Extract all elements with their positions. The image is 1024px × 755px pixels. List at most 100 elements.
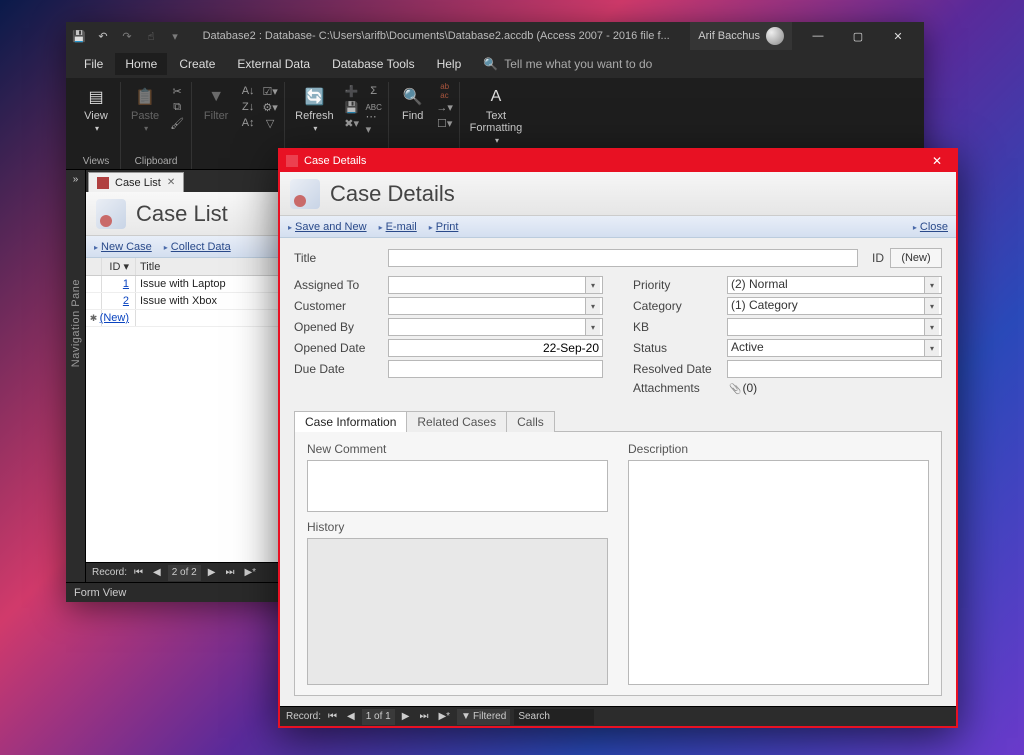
text-formatting-button[interactable]: A Text Formatting bbox=[466, 82, 527, 148]
status-combo[interactable]: Active bbox=[727, 339, 942, 357]
menu-home[interactable]: Home bbox=[115, 53, 167, 75]
filter-button[interactable]: ▼ Filter bbox=[198, 82, 234, 124]
tab-related-cases[interactable]: Related Cases bbox=[406, 411, 507, 432]
close-icon[interactable]: ✕ bbox=[924, 154, 950, 168]
new-record-nav-icon[interactable]: ▶* bbox=[435, 711, 453, 722]
totals-icon[interactable]: Σ bbox=[366, 84, 382, 98]
menu-file[interactable]: File bbox=[74, 53, 113, 75]
opened-by-combo[interactable] bbox=[388, 318, 603, 336]
copy-icon[interactable]: ⧉ bbox=[169, 100, 185, 114]
tab-case-information[interactable]: Case Information bbox=[294, 411, 407, 432]
kb-combo[interactable] bbox=[727, 318, 942, 336]
navigation-pane-collapsed[interactable]: » Navigation Pane bbox=[66, 170, 86, 582]
window-title: Database2 : Database- C:\Users\arifb\Doc… bbox=[182, 30, 690, 42]
toggle-filter-icon[interactable]: ▽ bbox=[262, 116, 278, 130]
qat-customize-icon[interactable]: ▾ bbox=[168, 29, 182, 43]
minimize-button[interactable]: — bbox=[798, 22, 838, 50]
find-button[interactable]: 🔍 Find bbox=[395, 82, 431, 124]
save-and-new-link[interactable]: Save and New bbox=[288, 221, 367, 233]
selection-icon[interactable]: ☑▾ bbox=[262, 84, 278, 98]
menu-database-tools[interactable]: Database Tools bbox=[322, 53, 425, 75]
maximize-button[interactable]: ▢ bbox=[838, 22, 878, 50]
view-button[interactable]: ▤ View bbox=[78, 82, 114, 136]
tab-calls[interactable]: Calls bbox=[506, 411, 555, 432]
format-painter-icon[interactable]: 🖌 bbox=[169, 116, 185, 130]
next-record-icon[interactable]: ▶ bbox=[205, 567, 219, 578]
new-record-icon[interactable]: ➕ bbox=[344, 84, 360, 98]
new-case-link[interactable]: New Case bbox=[94, 241, 152, 253]
form-title: Case List bbox=[136, 201, 228, 227]
save-record-icon[interactable]: 💾 bbox=[344, 100, 360, 114]
menu-create[interactable]: Create bbox=[169, 53, 225, 75]
remove-sort-icon[interactable]: A↕ bbox=[240, 116, 256, 130]
more-icon[interactable]: ⋯▾ bbox=[366, 116, 382, 130]
tab-case-list[interactable]: Case List ✕ bbox=[88, 172, 184, 192]
close-button[interactable]: ✕ bbox=[878, 22, 918, 50]
undo-icon[interactable]: ↶ bbox=[96, 29, 110, 43]
dialog-titlebar[interactable]: Case Details ✕ bbox=[280, 150, 956, 172]
tab-body: New Comment History Description bbox=[294, 432, 942, 696]
menu-external-data[interactable]: External Data bbox=[227, 53, 320, 75]
email-link[interactable]: E-mail bbox=[379, 221, 417, 233]
paste-button[interactable]: 📋 Paste bbox=[127, 82, 163, 136]
expand-navpane-icon[interactable]: » bbox=[73, 170, 79, 189]
sort-desc-icon[interactable]: Z↓ bbox=[240, 100, 256, 114]
row-id[interactable]: 2 bbox=[102, 293, 136, 309]
touch-mode-icon[interactable]: ☝︎ bbox=[144, 29, 158, 43]
sort-asc-icon[interactable]: A↓ bbox=[240, 84, 256, 98]
description-input[interactable] bbox=[628, 460, 929, 685]
cut-icon[interactable]: ✂ bbox=[169, 84, 185, 98]
select-column[interactable] bbox=[86, 258, 102, 275]
next-record-icon[interactable]: ▶ bbox=[399, 711, 413, 722]
first-record-icon[interactable]: ⏮ bbox=[131, 567, 146, 578]
dialog-toolbar: Save and New E-mail Print Close bbox=[280, 216, 956, 238]
first-record-icon[interactable]: ⏮ bbox=[325, 711, 340, 722]
due-date-input[interactable] bbox=[388, 360, 603, 378]
dialog-body: Title ID (New) Assigned To Customer Open… bbox=[280, 238, 956, 706]
form-header-icon bbox=[290, 179, 320, 209]
save-icon[interactable]: 💾 bbox=[72, 29, 86, 43]
last-record-icon[interactable]: ⏭ bbox=[416, 711, 431, 722]
prev-record-icon[interactable]: ◀ bbox=[344, 711, 358, 722]
last-record-icon[interactable]: ⏭ bbox=[222, 567, 237, 578]
opened-date-label: Opened Date bbox=[294, 341, 388, 355]
history-box[interactable] bbox=[307, 538, 608, 685]
form-icon bbox=[97, 177, 109, 189]
close-form-link[interactable]: Close bbox=[913, 221, 948, 233]
record-position[interactable]: 1 of 1 bbox=[362, 709, 395, 725]
category-combo[interactable]: (1) Category bbox=[727, 297, 942, 315]
print-link[interactable]: Print bbox=[429, 221, 459, 233]
search-box[interactable]: Search bbox=[514, 709, 594, 725]
tab-label: Case List bbox=[115, 177, 161, 189]
new-comment-input[interactable] bbox=[307, 460, 608, 512]
title-input[interactable] bbox=[388, 249, 858, 267]
close-tab-icon[interactable]: ✕ bbox=[167, 177, 175, 188]
goto-icon[interactable]: →▾ bbox=[437, 100, 453, 114]
record-position[interactable]: 2 of 2 bbox=[168, 565, 201, 581]
opened-date-input[interactable] bbox=[388, 339, 603, 357]
collect-data-link[interactable]: Collect Data bbox=[164, 241, 231, 253]
advanced-icon[interactable]: ⚙▾ bbox=[262, 100, 278, 114]
resolved-date-input[interactable] bbox=[727, 360, 942, 378]
resolved-date-label: Resolved Date bbox=[633, 362, 727, 376]
new-record-nav-icon[interactable]: ▶* bbox=[241, 567, 259, 578]
select-icon[interactable]: ☐▾ bbox=[437, 116, 453, 130]
row-id[interactable]: 1 bbox=[102, 276, 136, 292]
tell-me-search[interactable]: 🔍 Tell me what you want to do bbox=[483, 57, 652, 71]
delete-record-icon[interactable]: ✖▾ bbox=[344, 116, 360, 130]
priority-combo[interactable]: (2) Normal bbox=[727, 276, 942, 294]
id-column-header[interactable]: ID ▾ bbox=[102, 258, 136, 275]
user-chip[interactable]: Arif Bacchus bbox=[690, 22, 792, 50]
description-label: Description bbox=[628, 442, 929, 456]
menu-help[interactable]: Help bbox=[427, 53, 472, 75]
attachments-value[interactable]: (0) bbox=[727, 381, 757, 395]
refresh-button[interactable]: 🔄 Refresh bbox=[291, 82, 338, 136]
customer-combo[interactable] bbox=[388, 297, 603, 315]
prev-record-icon[interactable]: ◀ bbox=[150, 567, 164, 578]
dialog-heading: Case Details bbox=[330, 181, 455, 207]
replace-icon[interactable]: abac bbox=[437, 84, 453, 98]
filtered-indicator[interactable]: ▼ Filtered bbox=[457, 709, 510, 725]
assigned-to-combo[interactable] bbox=[388, 276, 603, 294]
redo-icon[interactable]: ↷ bbox=[120, 29, 134, 43]
record-label: Record: bbox=[92, 567, 127, 578]
